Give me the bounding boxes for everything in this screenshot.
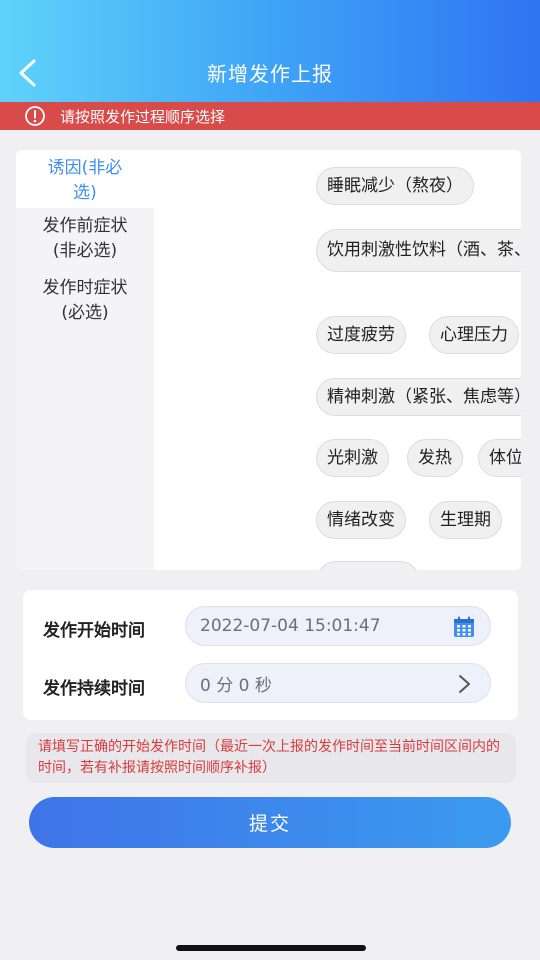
tag-option[interactable]: 饮用刺激性饮料（酒、茶、可乐等） [316,229,521,272]
tag-option[interactable]: 过度疲劳 [316,316,406,354]
tag-option[interactable]: 生理期 [429,501,502,539]
category-item-label: (非必选) [52,241,118,261]
tag-option[interactable]: 心理压力 [429,316,519,354]
duration-value: 0 分 0 秒 [200,675,272,696]
duration-label: 发作持续时间 [43,679,145,699]
time-form-card: 发作开始时间 2022-07-04 15:01:47 发作持续时间 0 分 0 … [23,590,518,720]
tag-option[interactable]: 情绪改变 [316,501,406,539]
category-sidebar: 诱因(非必 选) 发作前症状 (非必选) 发作时症状 (必选) [16,150,154,570]
category-item-label: (必选) [61,303,109,323]
page-title: 新增发作上报 [207,62,333,86]
home-indicator [176,945,366,951]
calendar-icon [454,616,474,637]
category-item-pre-symptoms[interactable]: 发作前症状 (非必选) [16,208,154,270]
category-item-during-symptoms[interactable]: 发作时症状 (必选) [16,270,154,332]
tag-option[interactable]: 光刺激 [316,439,389,477]
category-item-label: 发作前症状 [42,216,128,236]
category-item-triggers[interactable]: 诱因(非必 选) [16,150,154,208]
tag-option[interactable]: 睡眠减少（熬夜） [316,167,474,205]
category-item-label: 选) [73,183,97,203]
time-notice: 请填写正确的开始发作时间（最近一次上报的发作时间至当前时间区间内的时间，若有补报… [26,733,516,783]
tag-option-partial[interactable] [316,561,420,570]
trigger-selection-card: 诱因(非必 选) 发作前症状 (非必选) 发作时症状 (必选) 睡眠减少（熬夜）… [16,150,521,570]
header-bar: 新增发作上报 [0,0,540,102]
submit-button[interactable]: 提交 [29,797,511,848]
tag-list: 睡眠减少（熬夜） 饮用刺激性饮料（酒、茶、可乐等） 过度疲劳 心理压力 精神刺激… [154,150,521,570]
tag-option[interactable]: 发热 [407,439,463,477]
category-item-label: 发作时症状 [42,278,128,298]
alert-circle-icon [25,106,45,126]
start-time-value: 2022-07-04 15:01:47 [200,616,381,636]
tag-option[interactable]: 精神刺激（紧张、焦虑等） [316,378,521,416]
warning-text: 请按照发作过程顺序选择 [60,107,226,126]
duration-picker[interactable]: 0 分 0 秒 [185,663,491,703]
chevron-right-icon [459,675,470,693]
category-item-label: 诱因(非必 [47,158,123,178]
tag-option[interactable]: 体位改变 [478,439,521,477]
warning-banner: 请按照发作过程顺序选择 [0,102,540,130]
start-time-label: 发作开始时间 [43,621,145,641]
start-time-picker[interactable]: 2022-07-04 15:01:47 [185,606,491,646]
